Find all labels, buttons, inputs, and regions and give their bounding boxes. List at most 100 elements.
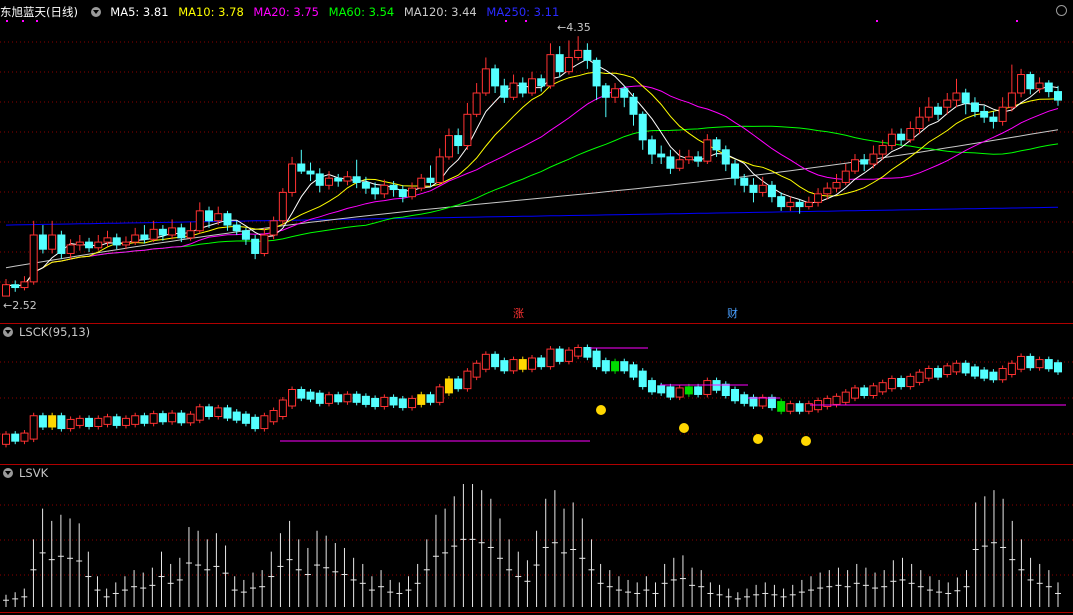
candle-body xyxy=(989,116,998,122)
ma120-line xyxy=(5,129,1059,269)
candle-body xyxy=(546,54,555,87)
candle-body xyxy=(306,170,315,175)
lsck-bar xyxy=(1054,362,1062,373)
candle-body xyxy=(288,163,297,193)
lsck-bar xyxy=(121,417,130,426)
candle-body xyxy=(583,49,592,61)
lsck-bar xyxy=(555,348,564,362)
candle-body xyxy=(1017,74,1026,94)
lsck-bar xyxy=(380,396,389,408)
lsck-bar xyxy=(75,417,84,426)
lsck-bar xyxy=(638,370,647,388)
lsck-signal-dot xyxy=(679,423,689,433)
lsck-bar xyxy=(583,347,592,358)
candle-body xyxy=(749,184,758,193)
candle-body xyxy=(620,88,629,98)
candle-body xyxy=(814,193,823,203)
lsck-bar xyxy=(998,368,1007,381)
candle-body xyxy=(777,196,786,208)
candle-body xyxy=(57,234,66,254)
lsck-bar xyxy=(11,433,20,442)
lsck-bar xyxy=(324,394,333,404)
candle-body xyxy=(740,177,749,186)
lsck-bar xyxy=(444,378,453,394)
candle-body xyxy=(371,187,380,195)
candle-body xyxy=(463,113,472,147)
lsck-bar xyxy=(131,415,140,425)
lsck-bar xyxy=(214,407,223,417)
candle-body xyxy=(389,184,398,191)
candle-body xyxy=(324,177,333,186)
candle-body xyxy=(758,184,767,193)
lsck-bar xyxy=(694,386,703,395)
lsck-bar xyxy=(454,378,463,390)
lsck-bar xyxy=(952,362,961,373)
lsck-bar xyxy=(278,399,287,417)
candle-body xyxy=(518,82,527,94)
lsck-bar xyxy=(1035,359,1044,369)
lsck-bar xyxy=(1007,362,1016,375)
candlestick-chart[interactable] xyxy=(0,0,1073,615)
candle-body xyxy=(472,92,481,115)
lsck-bar xyxy=(850,387,859,399)
candle-body xyxy=(85,241,94,249)
lsck-bar xyxy=(241,413,250,424)
candle-body xyxy=(666,156,675,169)
candle-body xyxy=(611,88,620,98)
candle-body xyxy=(112,237,121,246)
candle-body xyxy=(823,187,832,195)
lsck-bar xyxy=(223,407,232,419)
lsck-bar xyxy=(897,377,906,388)
candle-body xyxy=(915,116,924,129)
lsck-bar xyxy=(620,361,629,372)
lsck-bar xyxy=(472,362,481,378)
signal-dot xyxy=(505,20,507,22)
candle-body xyxy=(380,184,389,195)
candle-body xyxy=(906,128,915,141)
candle-body xyxy=(417,177,426,189)
candle-body xyxy=(786,201,795,208)
candle-body xyxy=(998,106,1007,122)
candle-body xyxy=(48,234,57,250)
lsck-bar xyxy=(906,375,915,388)
lsck-bar xyxy=(721,383,730,396)
candle-body xyxy=(278,191,287,222)
lsck-bar xyxy=(740,394,749,404)
candle-body xyxy=(878,145,887,155)
candle-body xyxy=(555,54,564,73)
signal-dot xyxy=(22,20,24,22)
lsck-bar xyxy=(38,415,47,428)
lsck-bar xyxy=(629,364,638,378)
lsck-bar xyxy=(934,368,943,378)
lsck-bar xyxy=(795,403,804,412)
ma20-line xyxy=(5,85,1059,287)
candle-body xyxy=(435,156,444,183)
candle-body xyxy=(795,201,804,208)
candle-body xyxy=(509,82,518,98)
lsck-bar xyxy=(315,392,324,404)
candle-body xyxy=(1035,82,1044,90)
ma60-line xyxy=(5,125,1059,287)
lsck-bar xyxy=(666,386,675,398)
lsck-bar xyxy=(887,377,896,390)
candle-body xyxy=(804,201,813,208)
lsck-bar xyxy=(85,417,94,427)
lsck-bar xyxy=(20,432,29,442)
signal-dot xyxy=(876,20,878,22)
candle-body xyxy=(491,68,500,87)
candle-body xyxy=(657,153,666,158)
lsck-bar xyxy=(777,401,786,412)
candle-body xyxy=(297,163,306,172)
candle-body xyxy=(731,163,740,179)
candle-body xyxy=(574,49,583,59)
lsck-bar xyxy=(177,412,186,424)
lsck-bar xyxy=(703,380,712,395)
candle-body xyxy=(528,78,536,94)
candle-body xyxy=(241,230,250,240)
candle-body xyxy=(924,106,933,118)
lsck-bar xyxy=(878,382,887,393)
candle-body xyxy=(869,153,878,165)
candle-body xyxy=(149,228,158,240)
lsck-bar xyxy=(758,396,767,407)
lsck-bar xyxy=(417,394,426,405)
